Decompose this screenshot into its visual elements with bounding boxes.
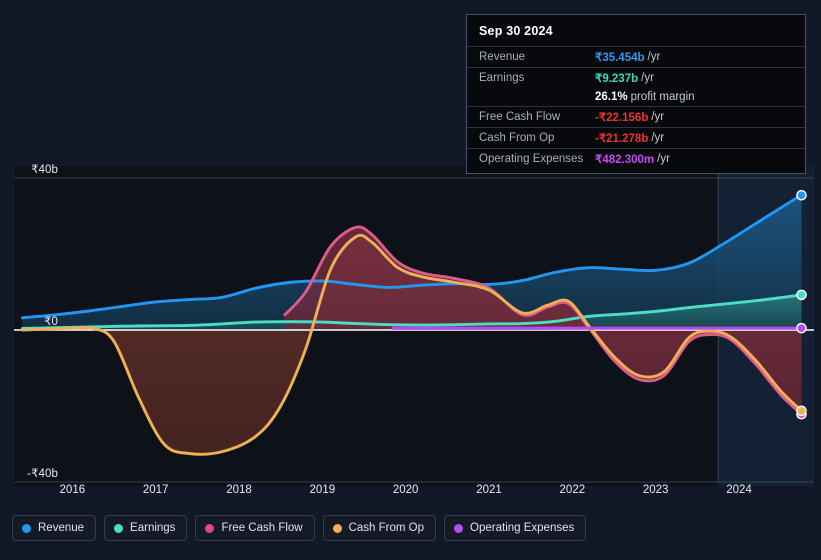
tooltip-row-value: ₹35.454b [595, 52, 645, 64]
x-axis-label-2017: 2017 [142, 484, 169, 496]
x-axis-label-2016: 2016 [59, 484, 86, 496]
legend-color-dot-icon [332, 523, 342, 533]
legend-item-label: Operating Expenses [470, 522, 575, 534]
tooltip-row-value: ₹9.237b [595, 73, 639, 85]
x-axis-label-2019: 2019 [309, 484, 336, 496]
tooltip-row-unit: /yr [657, 153, 670, 165]
legend-item-label: Free Cash Flow [221, 522, 303, 534]
tooltip-rows: Revenue ₹35.454b/yr Earnings ₹9.237b/yr 26.1… [467, 46, 805, 169]
tooltip-date: Sep 30 2024 [479, 24, 553, 38]
tooltip-row: Revenue ₹35.454b/yr [467, 46, 805, 67]
x-axis-label-2020: 2020 [392, 484, 419, 496]
tooltip-row-label: Operating Expenses [479, 153, 584, 165]
legend-color-dot-icon [205, 523, 215, 533]
x-axis-label-2018: 2018 [226, 484, 252, 496]
legend-item-earnings[interactable]: Earnings [104, 515, 188, 541]
endpoint-marker-revenue[interactable] [796, 189, 807, 201]
endpoint-marker-earnings[interactable] [796, 289, 807, 301]
tooltip-row-label: Revenue [479, 51, 526, 63]
legend-item-label: Earnings [130, 522, 176, 534]
tooltip-row-value: 26.1% [595, 91, 628, 103]
legend-color-dot-icon [114, 523, 124, 533]
endpoint-marker-cash-from-op[interactable] [796, 405, 807, 417]
x-axis: 2016 2017 2018 2019 2020 2021 2022 2023 2024 [0, 484, 821, 506]
tooltip-row-value: ₹482.300m [595, 154, 655, 166]
tooltip-row: Earnings ₹9.237b/yr [467, 67, 805, 88]
tooltip-row: Cash From Op -₹21.278b/yr [467, 127, 805, 148]
x-axis-label-2023: 2023 [642, 484, 669, 496]
legend-color-dot-icon [22, 523, 31, 533]
legend-color-dot-icon [454, 523, 464, 533]
legend-item-free-cash-flow[interactable]: Free Cash Flow [195, 515, 315, 541]
legend-item-revenue[interactable]: Revenue [12, 515, 97, 541]
tooltip-row-unit: /yr [651, 132, 665, 144]
y-axis-label-1: ₹0 [44, 316, 58, 328]
chart-tooltip: Sep 30 2024 Revenue ₹35.454b/yr Earnings ₹9… [466, 14, 806, 174]
chart-legend[interactable]: Revenue Earnings Free Cash Flow Cash From O… [12, 515, 587, 541]
y-axis-label-0: ₹40b [31, 164, 58, 176]
legend-item-label: Revenue [38, 522, 85, 534]
tooltip-row-label: Earnings [479, 72, 525, 84]
tooltip-row-value: -₹21.278b [595, 133, 649, 145]
tooltip-row-unit: profit margin [630, 91, 695, 103]
financial-chart-widget: ₹40b ₹0 -₹40b 2016 2017 2018 2019 2020 2021 2022… [0, 0, 821, 560]
tooltip-row-unit: /yr [647, 51, 661, 63]
x-axis-label-2021: 2021 [476, 484, 502, 496]
legend-item-label: Cash From Op [348, 522, 425, 534]
tooltip-row-unit: /yr [641, 72, 654, 84]
tooltip-row-label: Free Cash Flow [479, 111, 561, 123]
x-axis-label-2022: 2022 [559, 484, 586, 496]
legend-item-cash-from-op[interactable]: Cash From Op [322, 515, 437, 541]
tooltip-row: Free Cash Flow -₹22.156b/yr [467, 106, 805, 127]
tooltip-row-value: -₹22.156b [595, 112, 649, 124]
y-axis-label-2: -₹40b [27, 468, 58, 480]
y-axis: ₹40b ₹0 -₹40b [0, 0, 58, 505]
tooltip-row-label: Cash From Op [479, 132, 555, 144]
endpoint-marker-operating-expenses[interactable] [796, 322, 807, 334]
tooltip-row: Operating Expenses ₹482.300m/yr [467, 148, 805, 169]
x-axis-label-2024: 2024 [726, 484, 752, 496]
tooltip-row-unit: /yr [651, 111, 665, 123]
tooltip-row: 26.1% profit margin [467, 88, 805, 106]
legend-item-operating-expenses[interactable]: Operating Expenses [444, 515, 587, 541]
